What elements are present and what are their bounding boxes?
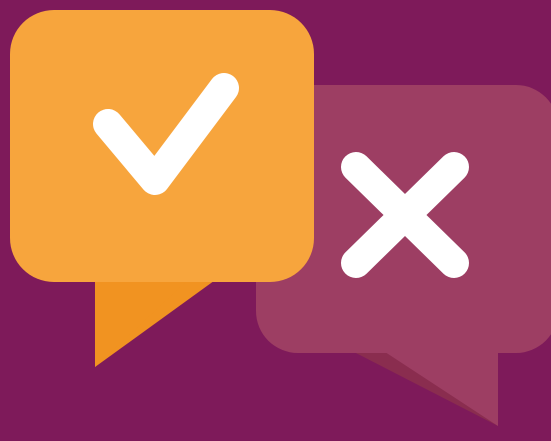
speech-bubbles-illustration — [0, 0, 551, 441]
illustration-canvas — [0, 0, 551, 441]
